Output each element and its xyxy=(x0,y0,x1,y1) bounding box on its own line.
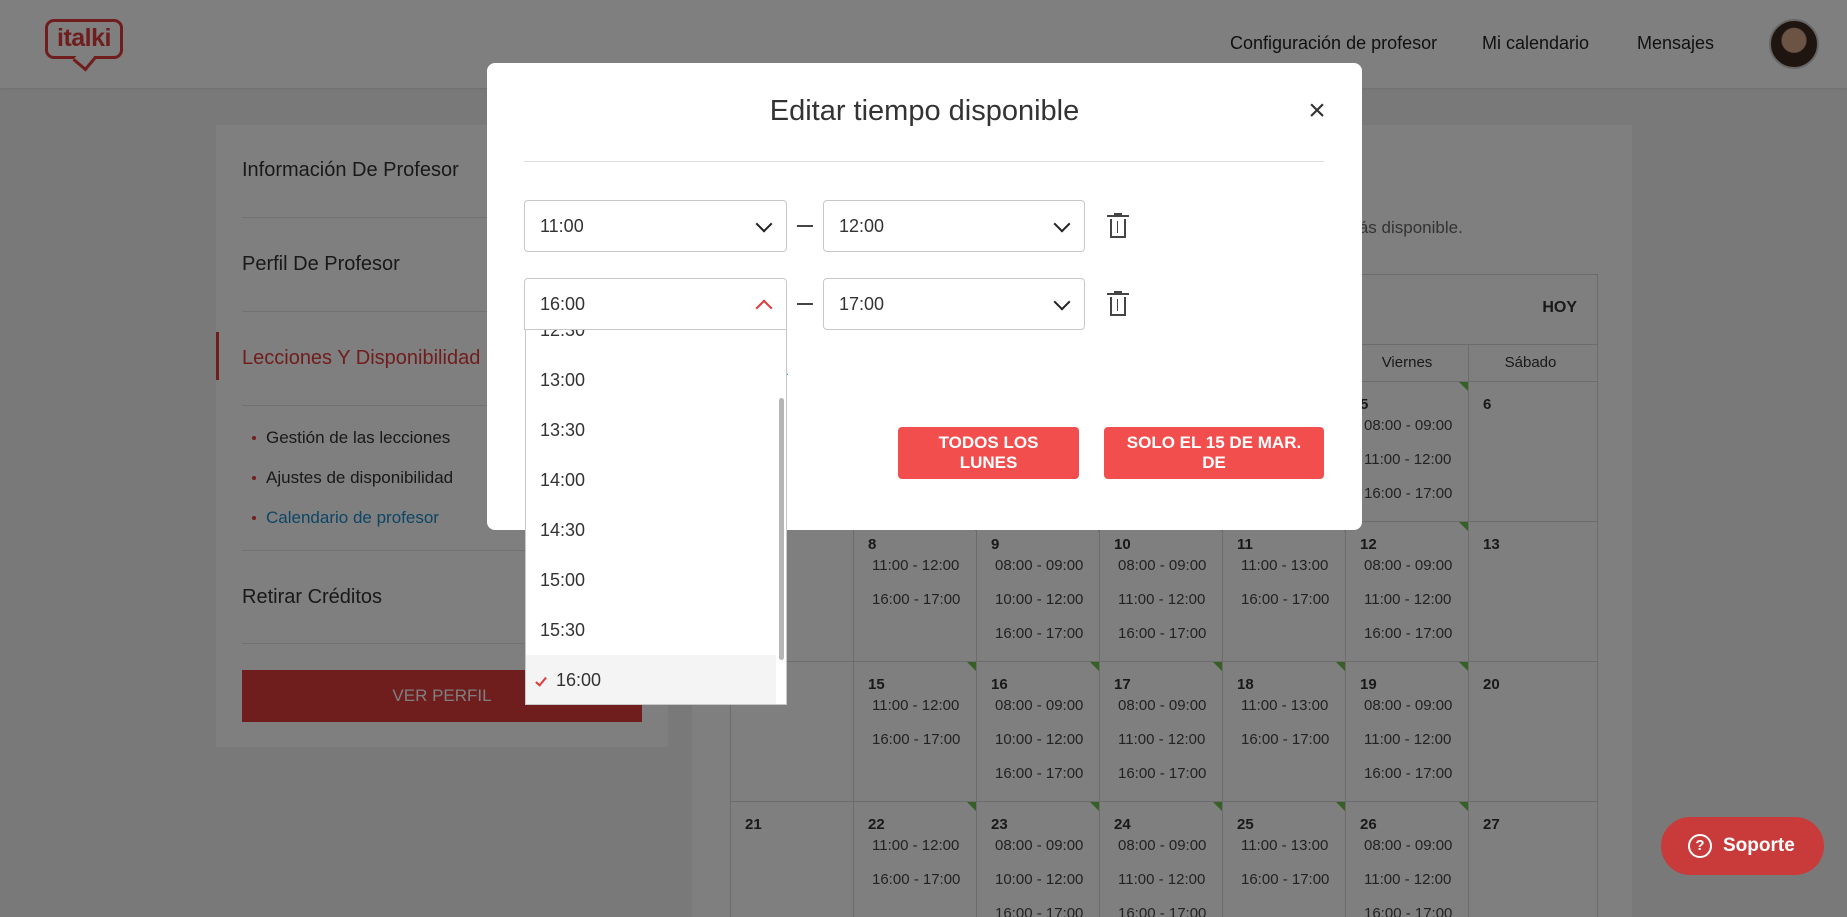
close-icon[interactable]: × xyxy=(1304,96,1330,126)
range-dash xyxy=(797,303,813,305)
end-time-value: 17:00 xyxy=(839,294,885,314)
support-label: Soporte xyxy=(1723,835,1795,856)
time-option-selected[interactable]: 16:00 xyxy=(526,655,776,704)
end-time-select-2[interactable]: 17:00 xyxy=(823,278,1085,330)
time-option[interactable]: 14:30 xyxy=(526,505,776,555)
time-option[interactable]: 13:00 xyxy=(526,355,776,405)
start-time-select-2[interactable]: 16:00 xyxy=(524,278,787,330)
divider xyxy=(524,161,1324,162)
start-time-value: 11:00 xyxy=(540,216,584,236)
start-time-value: 16:00 xyxy=(540,294,586,314)
chevron-up-icon xyxy=(755,299,773,317)
end-time-value: 12:00 xyxy=(839,216,885,236)
modal-title: Editar tiempo disponible xyxy=(769,95,1080,127)
help-icon: ? xyxy=(1688,834,1712,858)
time-option[interactable]: 13:30 xyxy=(526,405,776,455)
end-time-select-1[interactable]: 12:00 xyxy=(823,200,1085,252)
trash-icon[interactable] xyxy=(1107,291,1133,319)
time-options-dropdown[interactable]: 12:30 13:00 13:30 14:00 14:30 15:00 15:3… xyxy=(525,330,787,705)
dropdown-scrollbar[interactable] xyxy=(779,398,784,660)
time-option[interactable]: 15:00 xyxy=(526,555,776,605)
time-option[interactable]: 14:00 xyxy=(526,455,776,505)
support-button[interactable]: ? Soporte xyxy=(1661,817,1824,875)
time-option[interactable]: 15:30 xyxy=(526,605,776,655)
chevron-down-icon xyxy=(755,215,773,233)
trash-icon[interactable] xyxy=(1107,213,1133,241)
time-option-label: 16:00 xyxy=(556,670,602,690)
check-icon xyxy=(535,674,547,687)
chevron-down-icon xyxy=(1053,293,1071,311)
chevron-down-icon xyxy=(1053,215,1071,233)
only-date-button[interactable]: SOLO EL 15 DE MAR. DE xyxy=(1104,427,1324,479)
range-dash xyxy=(797,225,813,227)
start-time-select-1[interactable]: 11:00 xyxy=(524,200,787,252)
all-mondays-button[interactable]: TODOS LOS LUNES xyxy=(898,427,1079,479)
time-option[interactable]: 12:30 xyxy=(526,330,776,355)
